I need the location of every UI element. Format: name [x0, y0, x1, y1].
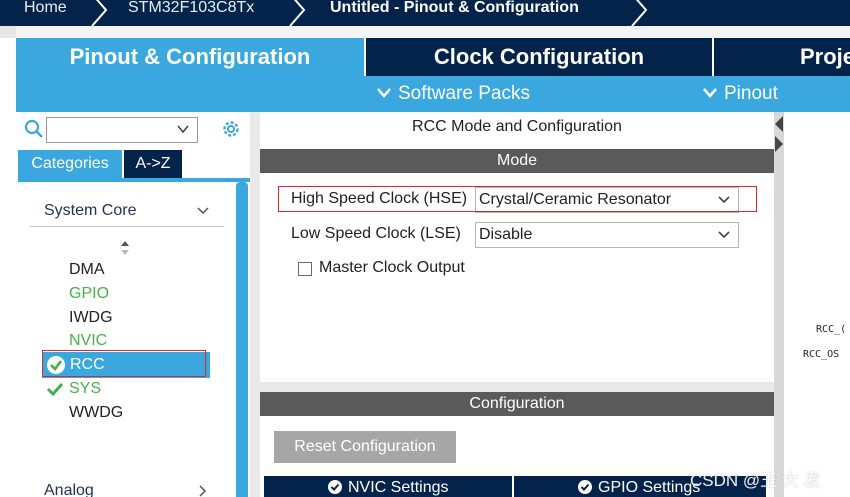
- breadcrumb-home[interactable]: Home: [24, 0, 67, 24]
- software-packs-menu[interactable]: Software Packs: [376, 76, 530, 112]
- list-item-dma[interactable]: DMA: [69, 258, 105, 282]
- group-system-core[interactable]: System Core: [30, 196, 224, 226]
- breadcrumb: Home STM32F103C8Tx Untitled - Pinout & C…: [0, 0, 850, 26]
- group-system-core-label: System Core: [44, 202, 137, 219]
- sort-icon[interactable]: [120, 240, 130, 256]
- lse-label: Low Speed Clock (LSE): [291, 225, 461, 242]
- panel-title: RCC Mode and Configuration: [412, 118, 622, 135]
- tab-clock-configuration[interactable]: Clock Configuration: [366, 38, 712, 76]
- search-input[interactable]: [46, 117, 198, 143]
- tab-nvic-settings-label: NVIC Settings: [348, 479, 449, 496]
- breadcrumb-chevron-icon: [631, 0, 648, 26]
- group-analog[interactable]: Analog: [30, 476, 224, 497]
- configuration-header: Configuration: [260, 392, 774, 416]
- breadcrumb-current[interactable]: Untitled - Pinout & Configuration: [330, 0, 579, 24]
- breadcrumb-chevron-icon: [289, 0, 306, 26]
- lse-value: Disable: [479, 226, 533, 243]
- highlight-box: [278, 186, 757, 212]
- mco-label: Master Clock Output: [319, 259, 465, 276]
- group-divider: [30, 226, 224, 227]
- check-circle-icon: [328, 480, 342, 494]
- chevron-right-icon: [199, 485, 207, 497]
- pinout-view: [784, 112, 850, 497]
- tab-categories[interactable]: Categories: [18, 150, 122, 178]
- watermark: CSDN @王 大 发: [690, 471, 821, 490]
- pin-label[interactable]: RCC_OS: [803, 349, 839, 360]
- chevron-down-icon: [703, 88, 717, 98]
- list-item-iwdg[interactable]: IWDG: [69, 306, 113, 330]
- tab-nvic-settings[interactable]: NVIC Settings: [264, 476, 512, 497]
- list-item-sys[interactable]: SYS: [69, 377, 101, 401]
- expand-right-icon[interactable]: [775, 136, 784, 152]
- software-packs-label: Software Packs: [398, 83, 530, 104]
- reset-configuration-button[interactable]: Reset Configuration: [274, 431, 456, 463]
- splitter[interactable]: [774, 112, 784, 497]
- search-icon[interactable]: [24, 119, 44, 139]
- gear-icon[interactable]: [220, 118, 242, 140]
- group-analog-label: Analog: [44, 482, 94, 497]
- lse-select[interactable]: Disable: [475, 222, 739, 248]
- pinout-menu[interactable]: Pinout: [702, 76, 778, 112]
- highlight-box: [42, 350, 206, 377]
- category-tab-underline: [18, 178, 250, 182]
- chevron-down-icon: [718, 231, 730, 239]
- breadcrumb-device[interactable]: STM32F103C8Tx: [128, 0, 254, 24]
- check-icon: [46, 382, 64, 397]
- tab-gpio-settings-label: GPIO Settings: [598, 479, 701, 496]
- breadcrumb-chevron-icon: [91, 0, 108, 26]
- sidebar-scrollbar[interactable]: [236, 182, 248, 497]
- window-strip: [0, 26, 850, 38]
- tab-project-manager[interactable]: Proje: [714, 38, 850, 76]
- list-item-gpio[interactable]: GPIO: [69, 282, 109, 306]
- pin-label[interactable]: RCC_(: [816, 324, 846, 335]
- pinout-label: Pinout: [724, 83, 778, 104]
- collapse-left-icon[interactable]: [775, 116, 784, 132]
- window-control[interactable]: [0, 26, 16, 38]
- check-circle-icon: [578, 480, 592, 494]
- list-item-wwdg[interactable]: WWDG: [69, 401, 123, 425]
- mco-checkbox[interactable]: [298, 262, 312, 276]
- tab-a-to-z[interactable]: A->Z: [124, 150, 182, 178]
- sub-toolbar: Software Packs Pinout: [16, 76, 850, 112]
- tab-pinout-configuration[interactable]: Pinout & Configuration: [16, 38, 364, 76]
- chevron-down-icon: [377, 88, 391, 98]
- chevron-down-icon: [197, 207, 209, 215]
- main-tabs: Pinout & Configuration Clock Configurati…: [16, 38, 850, 76]
- mode-header: Mode: [260, 149, 774, 173]
- stm32cubemx-window: Home STM32F103C8Tx Untitled - Pinout & C…: [0, 0, 850, 497]
- chevron-down-icon: [177, 125, 189, 134]
